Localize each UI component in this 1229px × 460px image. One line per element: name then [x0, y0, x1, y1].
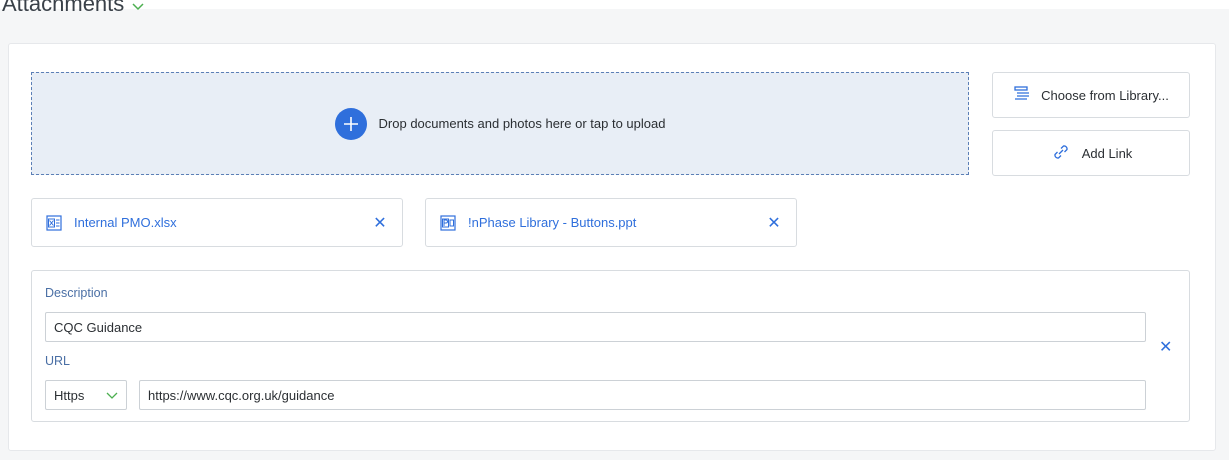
powerpoint-file-icon — [440, 214, 456, 231]
remove-attachment-button[interactable]: ✕ — [766, 213, 782, 233]
add-link-button[interactable]: Add Link — [992, 130, 1190, 176]
dropzone-text: Drop documents and photos here or tap to… — [378, 116, 666, 131]
top-bar — [0, 0, 1229, 9]
remove-link-button[interactable]: ✕ — [1159, 337, 1172, 357]
choose-from-library-button[interactable]: Choose from Library... — [992, 72, 1190, 118]
link-icon — [1050, 141, 1072, 166]
attachment-item: Internal PMO.xlsx ✕ — [31, 198, 403, 247]
description-field[interactable]: CQC Guidance — [45, 312, 1146, 342]
chevron-down-icon — [106, 388, 118, 403]
protocol-select[interactable]: Https — [45, 380, 127, 410]
attachment-name[interactable]: Internal PMO.xlsx — [74, 215, 372, 230]
upload-dropzone[interactable]: Drop documents and photos here or tap to… — [31, 72, 969, 175]
url-label: URL — [45, 354, 71, 368]
description-label: Description — [45, 286, 108, 300]
library-button-label: Choose from Library... — [1041, 87, 1169, 103]
link-entry: Description CQC Guidance URL Https https… — [31, 270, 1190, 422]
section-header[interactable]: Attachments — [0, 0, 144, 24]
url-field[interactable]: https://www.cqc.org.uk/guidance — [139, 380, 1146, 410]
library-icon — [1013, 85, 1031, 106]
add-icon[interactable] — [334, 107, 367, 140]
attachment-item: !nPhase Library - Buttons.ppt ✕ — [425, 198, 797, 247]
url-value: https://www.cqc.org.uk/guidance — [148, 387, 335, 403]
add-link-label: Add Link — [1081, 145, 1133, 161]
excel-file-icon — [46, 214, 62, 231]
section-title: Attachments — [2, 0, 125, 16]
description-value: CQC Guidance — [54, 319, 143, 335]
protocol-value: Https — [54, 387, 85, 403]
chevron-down-icon[interactable] — [132, 0, 144, 14]
attachment-name[interactable]: !nPhase Library - Buttons.ppt — [468, 215, 766, 230]
remove-attachment-button[interactable]: ✕ — [372, 213, 388, 233]
